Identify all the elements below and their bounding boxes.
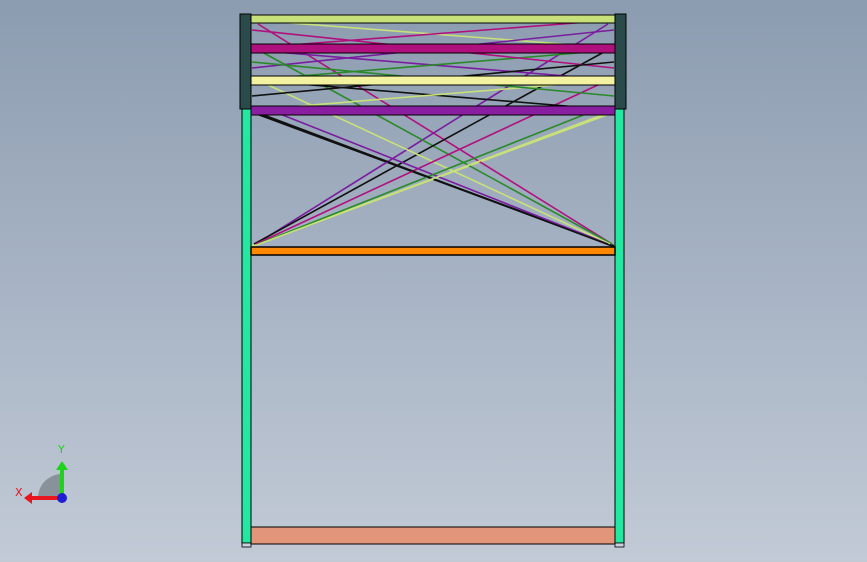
mid-beam[interactable] — [250, 246, 616, 256]
right-column[interactable] — [614, 108, 625, 544]
model-view[interactable] — [0, 0, 867, 562]
top-beam-3[interactable] — [249, 75, 617, 86]
triad-y-label: Y — [58, 443, 65, 456]
coordinate-triad-icon — [24, 461, 68, 504]
right-column-top[interactable] — [614, 13, 627, 110]
cross-braces — [251, 19, 615, 248]
base-plate[interactable] — [250, 526, 616, 545]
top-beam-4[interactable] — [249, 105, 617, 116]
top-beam-1[interactable] — [249, 14, 617, 24]
graphics-viewport[interactable]: Y X — [0, 0, 867, 562]
left-column-top[interactable] — [239, 13, 252, 110]
triad-x-label: X — [15, 486, 23, 499]
top-beam-2[interactable] — [249, 43, 617, 54]
right-column-foot — [614, 542, 625, 548]
left-column-foot — [241, 542, 252, 548]
left-column[interactable] — [241, 108, 252, 544]
